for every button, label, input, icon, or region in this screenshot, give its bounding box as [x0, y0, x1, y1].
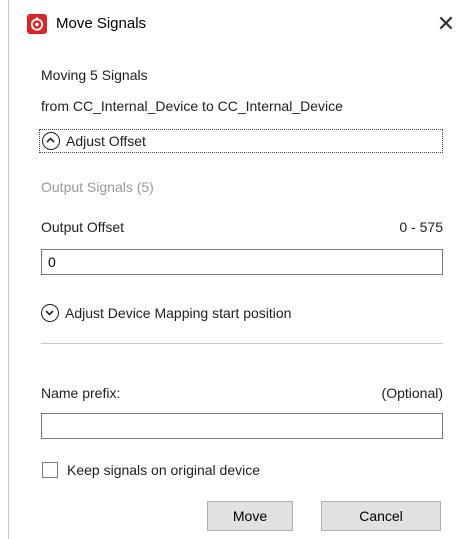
name-prefix-label: Name prefix:: [41, 385, 121, 401]
app-logo-icon: [27, 14, 47, 34]
section-divider: [41, 343, 443, 344]
output-offset-range: 0 - 575: [399, 219, 443, 235]
device-route-text: from CC_Internal_Device to CC_Internal_D…: [41, 98, 343, 114]
window-title: Move Signals: [56, 15, 147, 32]
move-button[interactable]: Move: [207, 501, 293, 531]
adjust-offset-toggle[interactable]: Adjust Offset: [39, 129, 443, 153]
name-prefix-optional: (Optional): [381, 385, 443, 401]
moving-count-text: Moving 5 Signals: [41, 67, 148, 83]
keep-signals-label[interactable]: Keep signals on original device: [67, 461, 260, 479]
move-signals-dialog: Move Signals ✕ Moving 5 Signals from CC_…: [8, 0, 460, 539]
adjust-device-mapping-toggle[interactable]: Adjust Device Mapping start position: [41, 304, 291, 322]
chevron-up-circle-icon: [42, 132, 60, 150]
output-offset-label: Output Offset: [41, 219, 125, 235]
chevron-down-circle-icon: [41, 304, 59, 322]
keep-signals-checkbox[interactable]: [42, 462, 58, 478]
adjust-device-mapping-label: Adjust Device Mapping start position: [65, 305, 292, 321]
output-offset-input[interactable]: [41, 249, 443, 275]
name-prefix-input[interactable]: [41, 413, 443, 439]
title-bar: Move Signals ✕: [9, 0, 460, 52]
output-signals-section-label: Output Signals (5): [41, 179, 154, 195]
adjust-offset-label: Adjust Offset: [66, 133, 146, 149]
cancel-button[interactable]: Cancel: [321, 501, 441, 531]
close-icon[interactable]: ✕: [431, 10, 460, 38]
